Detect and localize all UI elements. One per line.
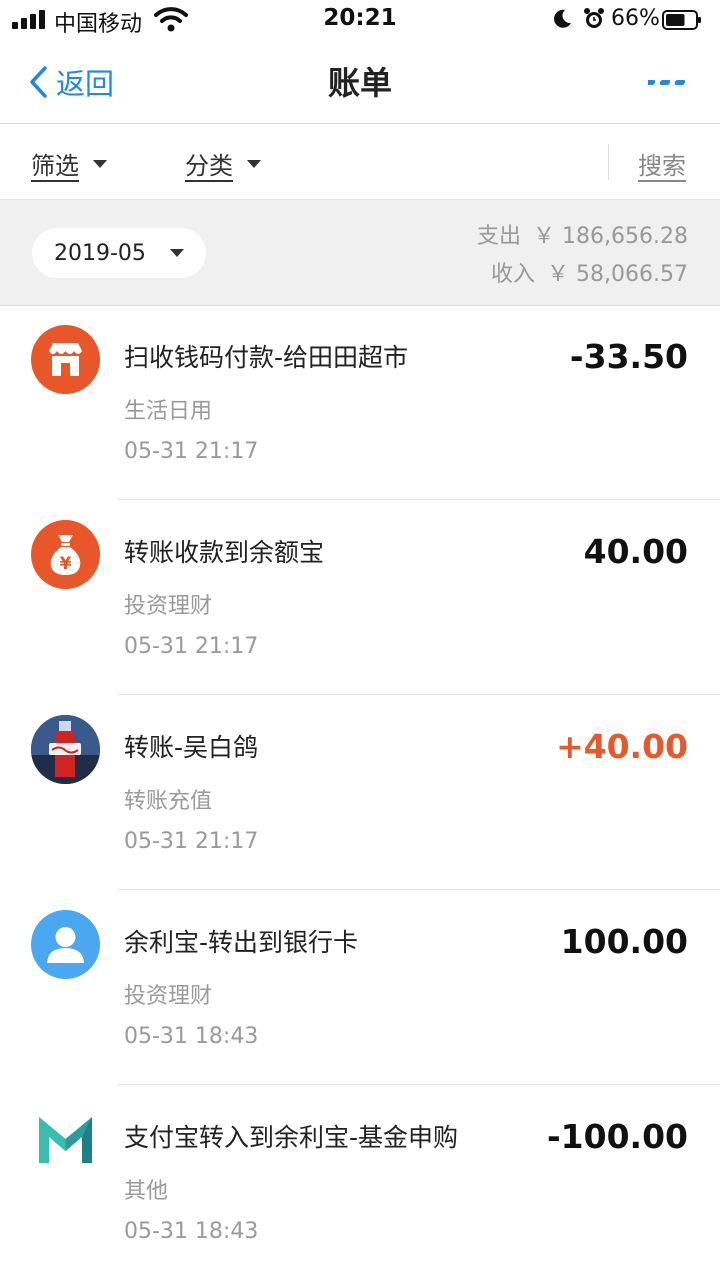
transaction-name: 转账-吴白鸽 [124, 733, 259, 762]
filter-dropdown[interactable]: 筛选 [31, 146, 107, 181]
transaction-amount: +40.00 [555, 727, 688, 766]
search-button[interactable]: 搜索 [638, 146, 686, 181]
transaction-time: 05-31 21:17 [124, 829, 259, 854]
filter-label: 筛选 [31, 152, 79, 180]
nav-bar: 返回 账单 [0, 40, 720, 124]
transaction-name: 扫收钱码付款-给田田超市 [124, 343, 409, 372]
category-label: 分类 [185, 152, 233, 180]
transaction-row[interactable]: 支付宝转入到余利宝-基金申购 其他 05-31 18:43 -100.00 [0, 1085, 720, 1280]
money-bag-icon: ¥ [31, 520, 100, 589]
transaction-amount: -100.00 [546, 1117, 688, 1156]
store-icon [31, 325, 100, 394]
transaction-category: 其他 [124, 1179, 169, 1204]
transaction-row[interactable]: ¥ 转账收款到余额宝 投资理财 05-31 21:17 40.00 [0, 500, 720, 695]
filter-bar: 筛选 分类 搜索 [0, 124, 720, 199]
transaction-category: 生活日用 [124, 399, 213, 424]
transaction-category: 投资理财 [124, 594, 213, 619]
category-dropdown[interactable]: 分类 [185, 146, 261, 181]
transaction-time: 05-31 18:43 [124, 1024, 259, 1049]
month-picker[interactable]: 2019-05 [32, 228, 206, 278]
income-total: 收入 ￥ 58,066.57 [477, 256, 688, 294]
alarm-clock-icon [584, 8, 604, 28]
default-user-icon [31, 910, 100, 979]
m-logo-icon [31, 1105, 100, 1174]
transaction-category: 转账充值 [124, 789, 213, 814]
income-value: ￥ 58,066.57 [547, 262, 688, 287]
transaction-row[interactable]: 余利宝-转出到银行卡 投资理财 05-31 18:43 100.00 [0, 890, 720, 1085]
transaction-time: 05-31 21:17 [124, 634, 259, 659]
caret-down-icon [169, 249, 184, 257]
month-summary: 2019-05 支出 ￥ 186,656.28 收入 ￥ 58,066.57 [0, 199, 720, 306]
transaction-amount: -33.50 [569, 337, 688, 376]
transaction-time: 05-31 21:17 [124, 439, 259, 464]
svg-text:¥: ¥ [60, 554, 72, 574]
expense-total: 支出 ￥ 186,656.28 [477, 218, 688, 256]
expense-value: ￥ 186,656.28 [533, 224, 688, 249]
more-dots-icon[interactable] [648, 74, 690, 90]
page-title: 账单 [327, 64, 392, 102]
divider [608, 144, 609, 180]
moon-icon [554, 9, 571, 28]
transaction-list: 扫收钱码付款-给田田超市 生活日用 05-31 21:17 -33.50 ¥ 转… [0, 305, 720, 1280]
user-photo-avatar [31, 715, 100, 784]
transaction-row[interactable]: 转账-吴白鸽 转账充值 05-31 21:17 +40.00 [0, 695, 720, 890]
status-bar: 中国移动 20:21 66% [0, 0, 720, 40]
transaction-name: 支付宝转入到余利宝-基金申购 [124, 1123, 459, 1152]
income-label: 收入 [491, 262, 536, 287]
battery-percent: 66% [611, 6, 660, 31]
battery-icon [662, 10, 701, 30]
transaction-row[interactable]: 扫收钱码付款-给田田超市 生活日用 05-31 21:17 -33.50 [0, 305, 720, 500]
month-totals: 支出 ￥ 186,656.28 收入 ￥ 58,066.57 [477, 218, 688, 294]
transaction-name: 转账收款到余额宝 [124, 538, 325, 567]
transaction-category: 投资理财 [124, 984, 213, 1009]
caret-down-icon [93, 159, 107, 168]
transaction-amount: 40.00 [583, 532, 688, 571]
transaction-name: 余利宝-转出到银行卡 [124, 928, 359, 957]
transaction-amount: 100.00 [560, 922, 688, 961]
transaction-time: 05-31 18:43 [124, 1219, 259, 1244]
expense-label: 支出 [477, 224, 522, 249]
month-label: 2019-05 [54, 240, 146, 266]
caret-down-icon [247, 159, 261, 168]
